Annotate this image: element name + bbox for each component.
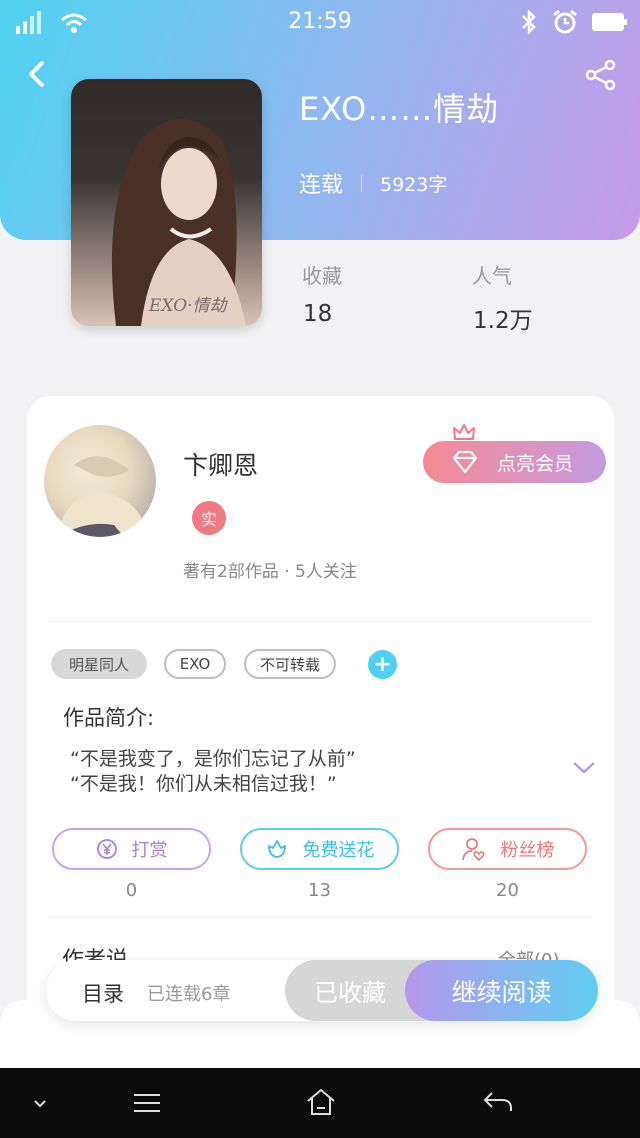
back-arrow-icon[interactable] bbox=[22, 58, 54, 90]
fan-ranking-button[interactable]: 粉丝榜 bbox=[428, 828, 587, 870]
section-divider bbox=[47, 916, 592, 917]
fan-count: 20 bbox=[496, 880, 519, 901]
favorites-label: 收藏 bbox=[302, 264, 342, 288]
back-icon[interactable] bbox=[482, 1090, 514, 1114]
book-cover-image[interactable]: EXO·情劫 bbox=[71, 79, 262, 326]
vip-button-label: 点亮会员 bbox=[497, 452, 574, 475]
section-divider bbox=[47, 621, 592, 622]
author-name[interactable]: 卞卿恩 bbox=[183, 446, 258, 482]
popularity-value: 1.2万 bbox=[473, 308, 533, 334]
verified-badge: 实 bbox=[192, 501, 226, 535]
table-of-contents-button[interactable]: 目录 bbox=[82, 978, 124, 1008]
tip-count: 0 bbox=[125, 880, 138, 901]
bluetooth-icon bbox=[522, 10, 536, 34]
favorites-value: 18 bbox=[303, 301, 333, 327]
book-meta: 连载 5923字 bbox=[299, 167, 447, 199]
author-avatar[interactable] bbox=[44, 425, 156, 537]
tag-category[interactable]: 明星同人 bbox=[51, 649, 147, 679]
meta-divider bbox=[361, 174, 363, 192]
alarm-icon bbox=[553, 9, 577, 34]
cover-portrait-illustration bbox=[111, 119, 246, 326]
battery-icon bbox=[592, 13, 627, 31]
author-info: 著有2部作品 · 5人关注 bbox=[183, 562, 357, 582]
continue-reading-button[interactable]: 继续阅读 bbox=[405, 960, 598, 1021]
word-count: 5923字 bbox=[380, 173, 448, 196]
send-flower-button[interactable]: 免费送花 bbox=[240, 828, 399, 870]
popularity-label: 人气 bbox=[472, 264, 512, 288]
share-icon[interactable] bbox=[584, 58, 618, 92]
system-navigation-bar bbox=[0, 1068, 640, 1138]
yen-coin-icon bbox=[96, 839, 117, 859]
user-heart-icon bbox=[461, 838, 485, 862]
crown-icon bbox=[453, 424, 475, 440]
chapter-status: 已连载6章 bbox=[147, 984, 231, 1005]
menu-icon[interactable] bbox=[132, 1092, 162, 1114]
flower-count: 13 bbox=[308, 880, 331, 901]
intro-line: “不是我！你们从未相信过我！” bbox=[70, 773, 337, 795]
book-title: EXO……情劫 bbox=[299, 90, 500, 128]
tag-exo[interactable]: EXO bbox=[164, 649, 226, 679]
avatar-illustration bbox=[54, 456, 144, 537]
cover-watermark: EXO·情劫 bbox=[149, 296, 227, 316]
status-bar: 21:59 bbox=[0, 0, 640, 44]
chevron-down-icon[interactable] bbox=[32, 1098, 48, 1110]
fan-ranking-label: 粉丝榜 bbox=[500, 840, 555, 861]
flower-icon bbox=[267, 840, 286, 858]
intro-line: “不是我变了，是你们忘记了从前” bbox=[70, 748, 356, 770]
send-flower-label: 免费送花 bbox=[302, 840, 375, 861]
home-icon[interactable] bbox=[306, 1088, 336, 1116]
tip-button[interactable]: 打赏 bbox=[52, 828, 211, 870]
tag-no-repost[interactable]: 不可转载 bbox=[244, 649, 336, 679]
tip-label: 打赏 bbox=[131, 840, 168, 861]
chevron-down-icon[interactable] bbox=[572, 760, 596, 776]
serial-status: 连载 bbox=[299, 173, 344, 198]
intro-title: 作品简介: bbox=[63, 706, 155, 730]
diamond-icon bbox=[451, 450, 479, 474]
vip-membership-button[interactable]: 点亮会员 bbox=[423, 441, 606, 483]
add-tag-button[interactable]: + bbox=[368, 650, 397, 679]
